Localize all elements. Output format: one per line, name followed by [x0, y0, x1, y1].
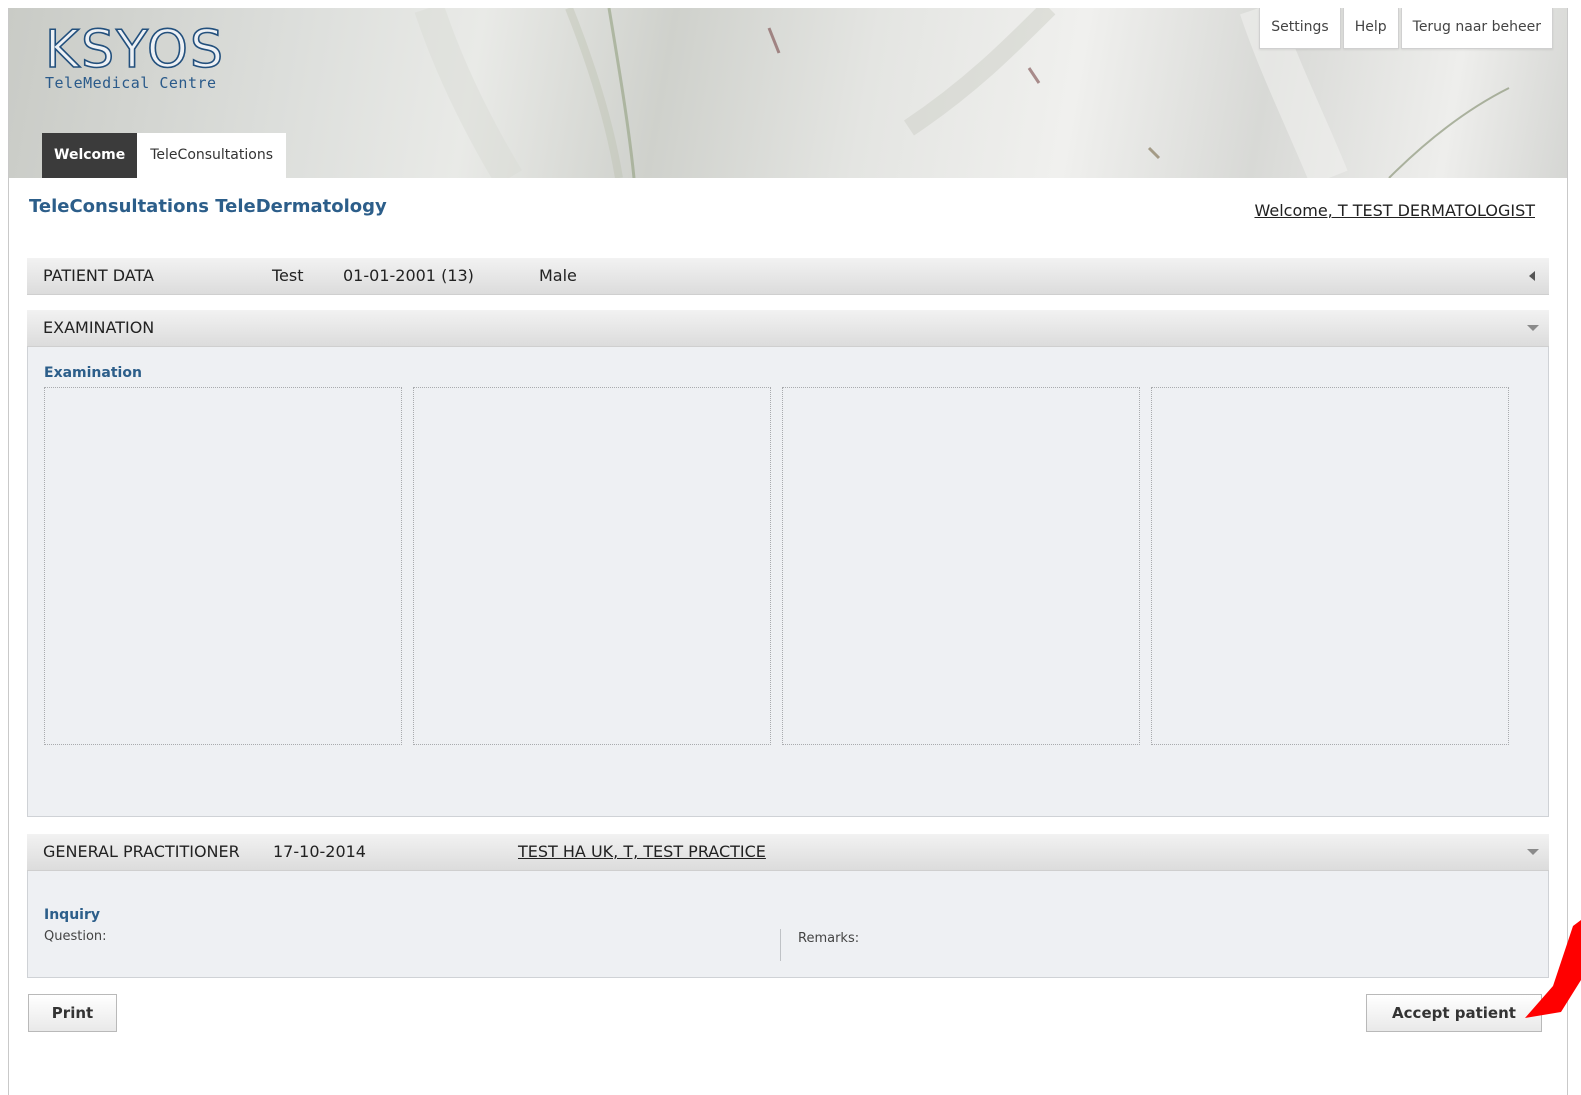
top-links: Settings Help Terug naar beheer: [1257, 8, 1553, 49]
settings-link[interactable]: Settings: [1259, 8, 1341, 49]
exam-image-slot-1[interactable]: [44, 387, 402, 745]
annotation-arrow-icon: [1525, 920, 1581, 1018]
patient-dob: 01-01-2001 (13): [343, 266, 474, 285]
print-button[interactable]: Print: [28, 994, 117, 1032]
examination-panel: Examination: [27, 347, 1549, 817]
tab-teleconsultations[interactable]: TeleConsultations: [137, 133, 286, 178]
expand-arrow-icon[interactable]: [1527, 849, 1539, 855]
logo-subtitle: TeleMedical Centre: [45, 74, 217, 92]
examination-section-label: Examination: [44, 365, 142, 381]
collapse-arrow-icon[interactable]: [1529, 271, 1535, 281]
patient-data-bar[interactable]: PATIENT DATA Test 01-01-2001 (13) Male: [27, 258, 1549, 295]
header-banner: KSYOS TeleMedical Centre Settings Help T…: [9, 8, 1567, 178]
tab-welcome[interactable]: Welcome: [42, 133, 138, 178]
accept-patient-button[interactable]: Accept patient: [1366, 994, 1542, 1032]
exam-image-slot-4[interactable]: [1151, 387, 1509, 745]
patient-data-title: PATIENT DATA: [43, 266, 154, 285]
general-practitioner-bar[interactable]: GENERAL PRACTITIONER 17-10-2014 TEST HA …: [27, 834, 1549, 871]
patient-name: Test: [272, 266, 304, 285]
examination-title: EXAMINATION: [43, 318, 155, 337]
exam-image-slot-3[interactable]: [782, 387, 1140, 745]
examination-bar[interactable]: EXAMINATION: [27, 310, 1549, 347]
inquiry-section-label: Inquiry: [44, 907, 100, 923]
column-divider: [780, 929, 781, 961]
main-nav-tabs: Welcome TeleConsultations: [42, 133, 286, 178]
ksyos-logo[interactable]: KSYOS TeleMedical Centre: [44, 20, 225, 92]
patient-sex: Male: [539, 266, 577, 285]
expand-arrow-icon[interactable]: [1527, 325, 1539, 331]
gp-date: 17-10-2014: [273, 842, 366, 861]
gp-practitioner-link[interactable]: TEST HA UK, T, TEST PRACTICE: [518, 834, 766, 870]
inquiry-panel: Inquiry Question: Remarks:: [27, 871, 1549, 978]
user-welcome-link[interactable]: Welcome, T TEST DERMATOLOGIST: [1254, 201, 1535, 220]
help-link[interactable]: Help: [1342, 8, 1399, 49]
page-title: TeleConsultations TeleDermatology: [29, 196, 387, 217]
logo-wordmark: KSYOS: [44, 20, 225, 80]
app-frame: KSYOS TeleMedical Centre Settings Help T…: [8, 8, 1568, 1095]
back-to-admin-link[interactable]: Terug naar beheer: [1400, 8, 1553, 49]
question-label: Question:: [44, 929, 107, 944]
exam-image-slot-2[interactable]: [413, 387, 771, 745]
remarks-label: Remarks:: [798, 931, 860, 946]
gp-title: GENERAL PRACTITIONER: [43, 842, 240, 861]
